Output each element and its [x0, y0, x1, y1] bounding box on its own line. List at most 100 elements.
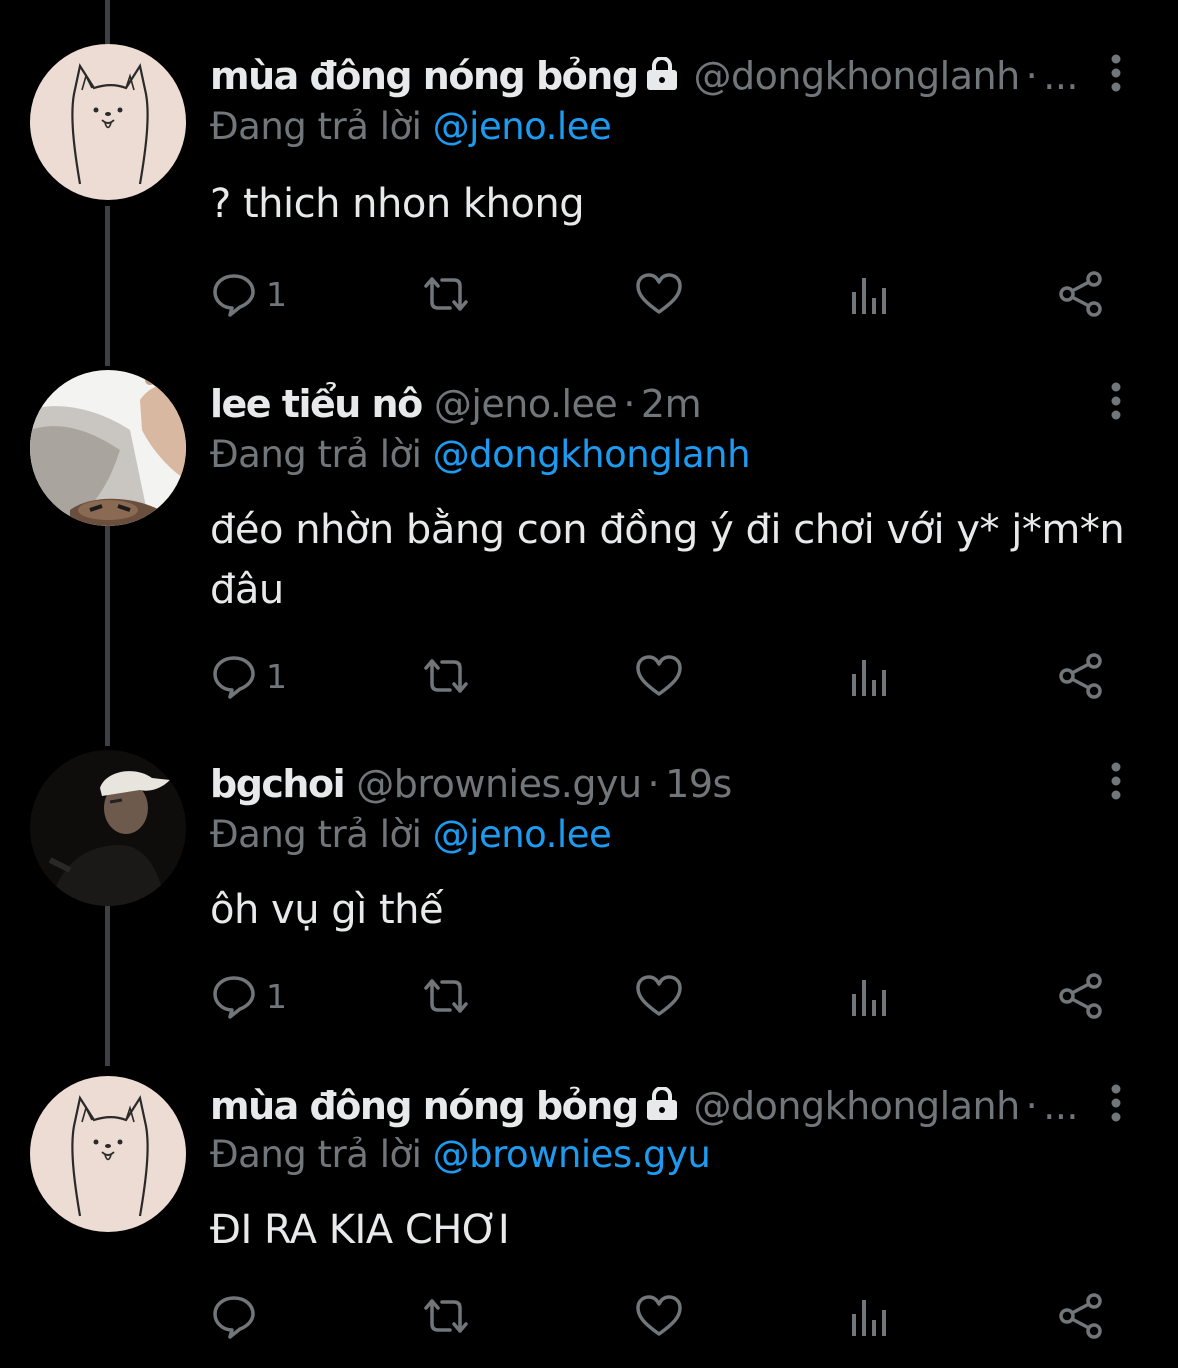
more-options-button[interactable] — [1098, 378, 1134, 424]
share-button[interactable] — [1058, 968, 1104, 1024]
share-button[interactable] — [1058, 648, 1104, 704]
tweet-header: mùa đông nóng bỏng @dongkhonglanh ·... — [210, 50, 1090, 102]
thread-line — [105, 906, 110, 1066]
timestamp[interactable]: 19s — [665, 762, 732, 806]
retweet-button[interactable] — [420, 1288, 472, 1344]
tweet-header: lee tiểu nô @jeno.lee · 2m — [210, 378, 1090, 430]
replying-to: Đang trả lời @brownies.gyu — [210, 1130, 711, 1180]
mention-link[interactable]: @jeno.lee — [433, 105, 612, 148]
avatar[interactable] — [30, 44, 186, 200]
more-vertical-icon — [1111, 54, 1121, 92]
more-vertical-icon — [1111, 762, 1121, 800]
like-button[interactable] — [635, 648, 683, 704]
replying-label: Đang trả lời — [210, 813, 422, 856]
retweet-icon — [424, 1299, 468, 1333]
reply-button[interactable]: 1 — [210, 266, 287, 322]
photo-avatar-peace-sign — [30, 370, 186, 526]
reply-icon — [213, 274, 255, 317]
retweet-icon — [424, 979, 468, 1013]
views-icon — [852, 980, 886, 1016]
views-button[interactable] — [850, 648, 890, 704]
tweet-text: ôh vụ gì thế — [210, 887, 444, 933]
retweet-icon — [424, 277, 468, 311]
views-button[interactable] — [850, 266, 890, 322]
tweet-2[interactable]: lee tiểu nô @jeno.lee · 2m Đang trả lời @d… — [0, 366, 1178, 746]
thread-line — [105, 0, 110, 44]
share-icon — [1059, 653, 1102, 699]
more-vertical-icon — [1111, 382, 1121, 420]
reply-button[interactable]: 1 — [210, 648, 287, 704]
avatar[interactable] — [30, 1076, 186, 1232]
action-bar: 1 — [210, 266, 1110, 322]
user-handle[interactable]: @brownies.gyu — [356, 762, 642, 806]
lock-icon — [642, 1082, 682, 1132]
separator-dot: · — [1025, 1084, 1038, 1128]
reply-button[interactable] — [210, 1288, 266, 1344]
display-name[interactable]: bgchoi — [210, 762, 346, 806]
mention-link[interactable]: @brownies.gyu — [433, 1133, 711, 1176]
avatar[interactable] — [30, 370, 186, 526]
user-handle[interactable]: @dongkhonglanh — [694, 1084, 1021, 1128]
reply-icon — [213, 976, 255, 1019]
share-button[interactable] — [1058, 266, 1104, 322]
mention-link[interactable]: @dongkhonglanh — [433, 433, 751, 476]
more-vertical-icon — [1111, 1084, 1121, 1122]
more-options-button[interactable] — [1098, 1080, 1134, 1126]
retweet-button[interactable] — [420, 648, 472, 704]
replying-to: Đang trả lời @jeno.lee — [210, 810, 612, 860]
retweet-button[interactable] — [420, 968, 472, 1024]
heart-icon — [636, 975, 682, 1016]
like-button[interactable] — [635, 968, 683, 1024]
reply-count: 1 — [266, 274, 287, 314]
thread-line — [105, 526, 110, 746]
like-button[interactable] — [635, 1288, 683, 1344]
tweet-text: ? thich nhon khong — [210, 181, 585, 227]
heart-icon — [636, 273, 682, 314]
tweet-1[interactable]: mùa đông nóng bỏng @dongkhonglanh ·... Đan… — [0, 0, 1178, 366]
lock-icon — [642, 52, 682, 102]
display-name[interactable]: mùa đông nóng bỏng — [210, 54, 639, 98]
reply-icon — [213, 656, 255, 699]
dog-drawing-avatar — [30, 44, 186, 200]
tweet-text: đéo nhờn bằng con đồng ý đi chơi với y* … — [210, 507, 1125, 613]
views-button[interactable] — [850, 1288, 890, 1344]
reply-count: 1 — [266, 656, 287, 696]
reply-icon — [213, 1296, 255, 1339]
user-handle[interactable]: @dongkhonglanh — [694, 54, 1021, 98]
tweet-3[interactable]: bgchoi @brownies.gyu · 19s Đang trả lời @j… — [0, 746, 1178, 1066]
retweet-button[interactable] — [420, 266, 472, 322]
share-icon — [1059, 1293, 1102, 1339]
separator-dot: · — [623, 382, 635, 426]
replying-to: Đang trả lời @dongkhonglanh — [210, 430, 751, 480]
share-button[interactable] — [1058, 1288, 1104, 1344]
truncation-ellipsis: ... — [1043, 1084, 1078, 1128]
action-bar — [210, 1288, 1110, 1344]
photo-avatar-cap — [30, 750, 186, 906]
replying-label: Đang trả lời — [210, 105, 422, 148]
timestamp[interactable]: 2m — [641, 382, 702, 426]
display-name[interactable]: mùa đông nóng bỏng — [210, 1084, 639, 1128]
tweet-header: mùa đông nóng bỏng @dongkhonglanh ·... — [210, 1080, 1090, 1132]
heart-icon — [636, 1295, 682, 1336]
avatar[interactable] — [30, 750, 186, 906]
tweet-header: bgchoi @brownies.gyu · 19s — [210, 758, 1090, 810]
mention-link[interactable]: @jeno.lee — [433, 813, 612, 856]
views-button[interactable] — [850, 968, 890, 1024]
like-button[interactable] — [635, 266, 683, 322]
heart-icon — [636, 655, 682, 696]
thread-line — [105, 206, 110, 366]
display-name[interactable]: lee tiểu nô — [210, 382, 423, 426]
reply-button[interactable]: 1 — [210, 968, 287, 1024]
tweet-4[interactable]: mùa đông nóng bỏng @dongkhonglanh ·... Đan… — [0, 1066, 1178, 1368]
views-icon — [852, 1300, 886, 1336]
more-options-button[interactable] — [1098, 50, 1134, 96]
share-icon — [1059, 973, 1102, 1019]
reply-count: 1 — [266, 976, 287, 1016]
dog-drawing-avatar — [30, 1076, 186, 1232]
more-options-button[interactable] — [1098, 758, 1134, 804]
truncation-ellipsis: ... — [1043, 54, 1078, 98]
replying-to: Đang trả lời @jeno.lee — [210, 102, 612, 152]
tweet-text: ĐI RA KIA CHƠI — [210, 1207, 510, 1253]
share-icon — [1059, 271, 1102, 317]
user-handle[interactable]: @jeno.lee — [434, 382, 618, 426]
